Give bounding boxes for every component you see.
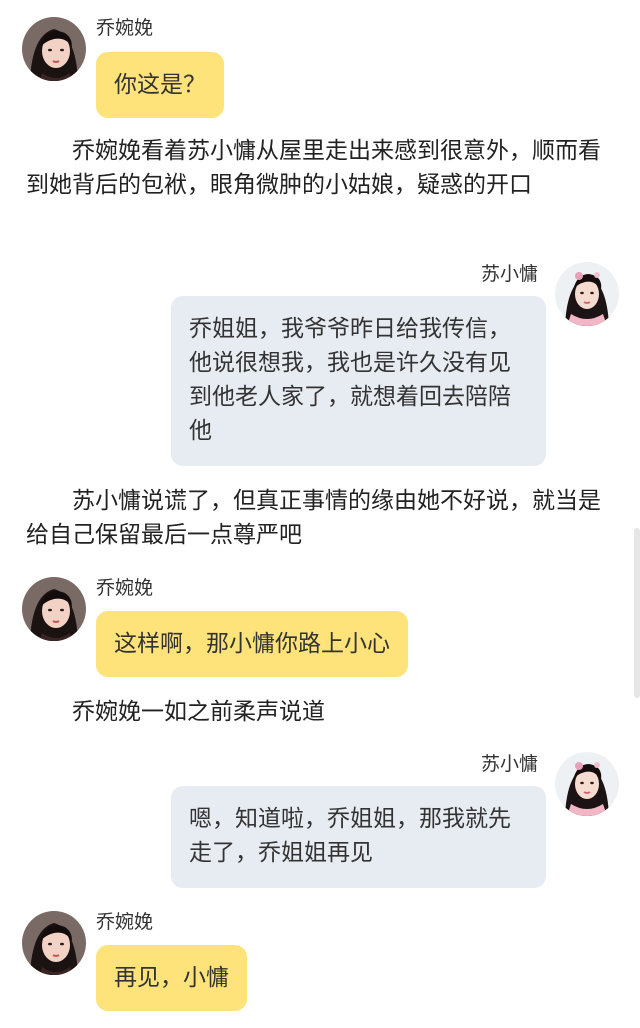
narration-text: 乔婉娩一如之前柔声说道 [72,699,325,725]
message-bubble[interactable]: 再见，小慵 [96,945,247,1011]
female-costume-portrait-avatar-icon[interactable] [555,752,619,816]
female-portrait-avatar-icon[interactable] [22,577,86,641]
sender-name: 乔婉娩 [96,17,154,39]
sender-name: 乔婉娩 [96,577,154,599]
message-bubble[interactable]: 你这是？ [96,52,224,118]
sender-name: 苏小慵 [481,753,539,775]
female-portrait-avatar-icon[interactable] [22,17,86,81]
sender-name: 乔婉娩 [96,911,154,933]
sender-name: 苏小慵 [481,263,539,285]
narration-text: 乔婉娩看着苏小慵从屋里走出来感到很意外，顺而看到她背后的包袱，眼角微肿的小姑娘，… [26,138,601,198]
message-bubble[interactable]: 这样啊，那小慵你路上小心 [96,611,408,677]
scrollbar-thumb[interactable] [634,528,640,698]
narration-text: 苏小慵说谎了，但真正事情的缘由她不好说，就当是给自己保留最后一点尊严吧 [26,488,601,548]
message-bubble[interactable]: 乔姐姐，我爷爷昨日给我传信，他说很想我，我也是许久没有见到他老人家了，就想着回去… [171,296,546,466]
female-portrait-avatar-icon[interactable] [22,911,86,975]
female-costume-portrait-avatar-icon[interactable] [555,262,619,326]
message-bubble[interactable]: 嗯，知道啦，乔姐姐，那我就先走了，乔姐姐再见 [171,786,546,888]
